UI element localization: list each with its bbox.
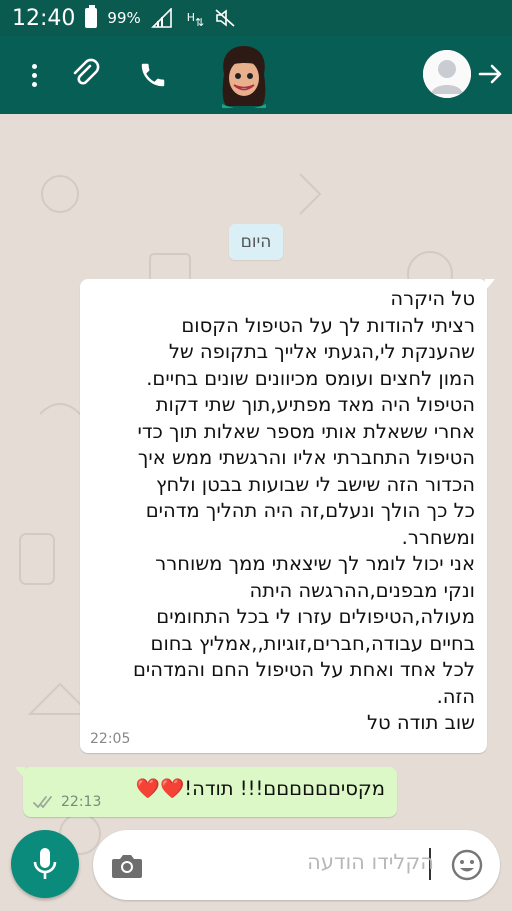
message-input[interactable]: הקלידו הודעה (307, 850, 434, 874)
battery-icon (85, 5, 98, 28)
back-arrow-icon[interactable] (476, 60, 504, 88)
call-icon[interactable] (138, 60, 168, 90)
mic-button[interactable] (11, 830, 79, 898)
status-bar: 12:40 99% H ⇅ (0, 0, 512, 36)
chat-header (0, 36, 512, 114)
attach-icon[interactable] (70, 58, 102, 90)
date-chip: היום (229, 224, 283, 260)
signal-icon (150, 8, 177, 28)
network-type: H ⇅ (186, 11, 205, 29)
outgoing-message-text: מקסיםםםםםם!!! תודה!❤️❤️ (135, 777, 385, 800)
outgoing-message-time: 22:13 (61, 794, 102, 810)
status-time: 12:40 (12, 5, 76, 31)
mute-icon (214, 8, 236, 28)
avatar-emoji-icon[interactable] (218, 44, 270, 109)
mic-icon (33, 848, 57, 879)
read-receipt-icon (33, 794, 55, 810)
incoming-message-time: 22:05 (90, 731, 131, 747)
profile-avatar[interactable] (423, 50, 471, 98)
message-composer[interactable]: הקלידו הודעה (93, 830, 500, 900)
menu-icon[interactable] (24, 60, 44, 90)
incoming-message-bubble[interactable]: טל היקרה רציתי להודות לך על הטיפול הקסום… (80, 279, 495, 753)
camera-icon[interactable] (111, 852, 143, 880)
incoming-message-text: טל היקרה רציתי להודות לך על הטיפול הקסום… (132, 287, 475, 734)
outgoing-message-bubble[interactable]: מקסיםםםםםם!!! תודה!❤️❤️ 22:13 (15, 767, 397, 817)
battery-percent: 99% (107, 9, 141, 27)
emoji-icon[interactable] (450, 848, 484, 882)
